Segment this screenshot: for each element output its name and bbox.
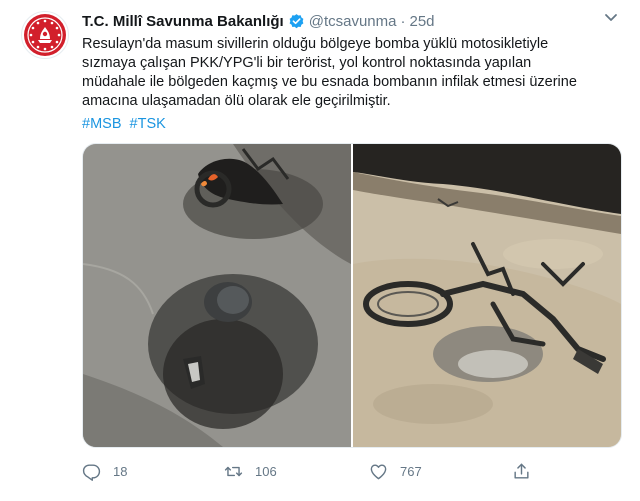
share-icon [514, 463, 529, 479]
tweet-actions: 18 106 767 [82, 458, 622, 484]
tweet-media [82, 143, 622, 448]
tweet-text: Resulayn'da masum sivillerin olduğu bölg… [82, 35, 627, 111]
hashtag-msb[interactable]: #MSB [82, 116, 122, 132]
reply-icon [82, 463, 101, 481]
tweet-text-line: sızmaya çalışan PKK/YPG'li bir terörist,… [82, 55, 532, 71]
retweet-icon [224, 466, 243, 476]
reply-button[interactable]: 18 [82, 458, 127, 484]
retweet-button[interactable]: 106 [224, 458, 277, 484]
author-name[interactable]: T.C. Millî Savunma Bakanlığı [82, 13, 284, 30]
verified-badge-icon [289, 13, 304, 28]
author-handle[interactable]: @tcsavunma [309, 13, 397, 30]
like-count: 767 [400, 463, 422, 479]
retweet-count: 106 [255, 463, 277, 479]
photo-burned-motorcycle-road[interactable] [83, 144, 351, 447]
tweet-timestamp[interactable]: 25d [409, 13, 434, 30]
tweet-header: T.C. Millî Savunma Bakanlığı @tcsavunma … [82, 10, 622, 32]
burned-motorcycle-field-image [353, 144, 621, 447]
burned-motorcycle-road-image [83, 144, 351, 447]
chevron-down-icon[interactable] [603, 12, 619, 24]
tweet-card[interactable]: T.C. Millî Savunma Bakanlığı @tcsavunma … [0, 0, 640, 501]
tweet-text-line: amacına ulaşamadan ölü olarak ele geçiri… [82, 93, 391, 109]
ministry-emblem-icon [24, 14, 66, 56]
heart-icon [370, 463, 387, 479]
share-button[interactable] [512, 458, 543, 484]
reply-count: 18 [113, 463, 128, 479]
hashtag-tsk[interactable]: #TSK [130, 116, 166, 132]
hashtag-list: #MSB #TSK [82, 115, 170, 134]
photo-burned-motorcycle-field[interactable] [353, 144, 621, 447]
separator-dot: · [400, 12, 406, 30]
tweet-text-line: Resulayn'da masum sivillerin olduğu bölg… [82, 36, 549, 52]
author-avatar[interactable] [21, 11, 69, 59]
like-button[interactable]: 767 [369, 458, 422, 484]
tweet-text-line: müdahale ile bölgeden kaçmış ve bu esnad… [82, 74, 577, 90]
